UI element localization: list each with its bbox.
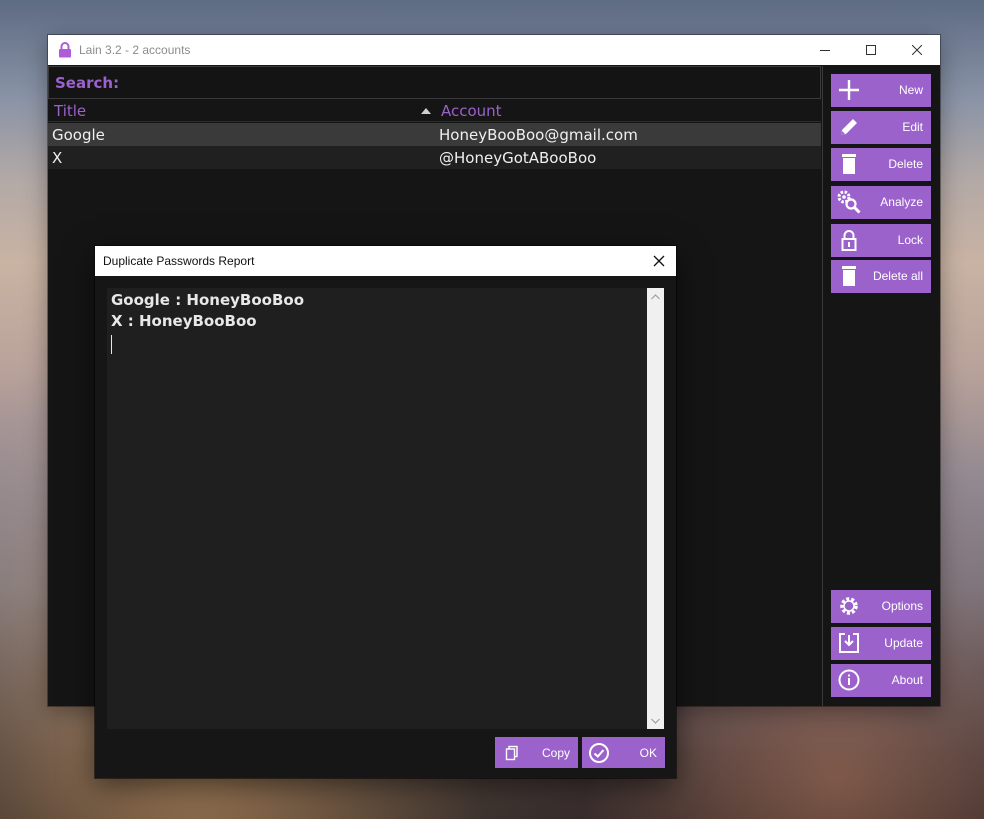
analyze-button[interactable]: Analyze xyxy=(831,186,931,219)
trash-icon xyxy=(837,264,861,288)
download-icon xyxy=(837,631,861,655)
plus-icon xyxy=(837,78,861,102)
gears-search-icon xyxy=(837,190,861,214)
lock-icon xyxy=(837,228,861,252)
dialog-title: Duplicate Passwords Report xyxy=(103,254,255,268)
analyze-button-label: Analyze xyxy=(880,195,923,209)
update-button-label: Update xyxy=(884,636,923,650)
delete-button-label: Delete xyxy=(888,157,923,171)
vertical-scrollbar[interactable] xyxy=(647,288,664,729)
chevron-up-icon xyxy=(651,293,660,299)
text-caret xyxy=(111,335,112,354)
row-title: X xyxy=(52,149,63,167)
copy-button[interactable]: Copy xyxy=(495,737,578,768)
list-header: Title Account xyxy=(48,101,821,122)
action-sidebar: New Edit Delete Analyze Lock Delete all … xyxy=(822,66,940,706)
minimize-button[interactable] xyxy=(802,35,848,65)
pencil-icon xyxy=(837,115,861,139)
row-account: @HoneyGotABooBoo xyxy=(439,149,597,167)
new-button[interactable]: New xyxy=(831,74,931,107)
gear-icon xyxy=(837,594,861,618)
table-row[interactable]: X @HoneyGotABooBoo xyxy=(48,146,821,169)
dialog-close-button[interactable] xyxy=(642,246,676,276)
copy-icon xyxy=(500,741,524,765)
window-controls xyxy=(802,35,940,65)
minimize-icon xyxy=(820,50,830,51)
table-row-selected[interactable]: Google HoneyBooBoo@gmail.com xyxy=(48,123,821,146)
scroll-up-button[interactable] xyxy=(647,288,664,305)
column-header-title[interactable]: Title xyxy=(54,102,86,120)
row-title: Google xyxy=(52,126,105,144)
search-input[interactable] xyxy=(119,67,820,98)
duplicate-passwords-dialog: Duplicate Passwords Report Google : Hone… xyxy=(95,246,676,778)
search-label: Search: xyxy=(55,73,120,92)
info-icon xyxy=(837,668,861,692)
options-button-label: Options xyxy=(881,599,923,613)
sort-ascending-icon xyxy=(421,108,431,114)
report-line: X : HoneyBooBoo xyxy=(111,312,257,330)
close-icon xyxy=(653,255,665,267)
trash-icon xyxy=(837,152,861,176)
title-bar: Lain 3.2 - 2 accounts xyxy=(48,35,940,65)
maximize-button[interactable] xyxy=(848,35,894,65)
edit-button-label: Edit xyxy=(902,120,923,134)
delete-button[interactable]: Delete xyxy=(831,148,931,181)
delete-all-button-label: Delete all xyxy=(872,269,923,283)
lock-button-label: Lock xyxy=(897,233,923,247)
copy-button-label: Copy xyxy=(541,746,570,760)
about-button[interactable]: About xyxy=(831,664,931,697)
about-button-label: About xyxy=(891,673,923,687)
new-button-label: New xyxy=(898,83,923,97)
report-textbox[interactable]: Google : HoneyBooBoo X : HoneyBooBoo xyxy=(107,288,664,729)
ok-button[interactable]: OK xyxy=(582,737,665,768)
delete-all-button[interactable]: Delete all xyxy=(831,260,931,293)
window-title: Lain 3.2 - 2 accounts xyxy=(79,43,191,57)
update-button[interactable]: Update xyxy=(831,627,931,660)
lock-button[interactable]: Lock xyxy=(831,224,931,257)
close-icon xyxy=(912,45,922,55)
ok-button-label: OK xyxy=(639,746,657,760)
close-button[interactable] xyxy=(894,35,940,65)
chevron-down-icon xyxy=(651,718,660,724)
scroll-down-button[interactable] xyxy=(647,712,664,729)
edit-button[interactable]: Edit xyxy=(831,111,931,144)
options-button[interactable]: Options xyxy=(831,590,931,623)
column-header-account[interactable]: Account xyxy=(441,102,502,120)
report-text: Google : HoneyBooBoo X : HoneyBooBoo xyxy=(111,290,641,354)
lock-app-icon xyxy=(57,42,73,58)
search-bar: Search: xyxy=(48,66,821,99)
row-account: HoneyBooBoo@gmail.com xyxy=(439,126,638,144)
check-circle-icon xyxy=(587,741,611,765)
report-line: Google : HoneyBooBoo xyxy=(111,291,304,309)
dialog-title-bar: Duplicate Passwords Report xyxy=(95,246,676,276)
maximize-icon xyxy=(866,45,876,55)
